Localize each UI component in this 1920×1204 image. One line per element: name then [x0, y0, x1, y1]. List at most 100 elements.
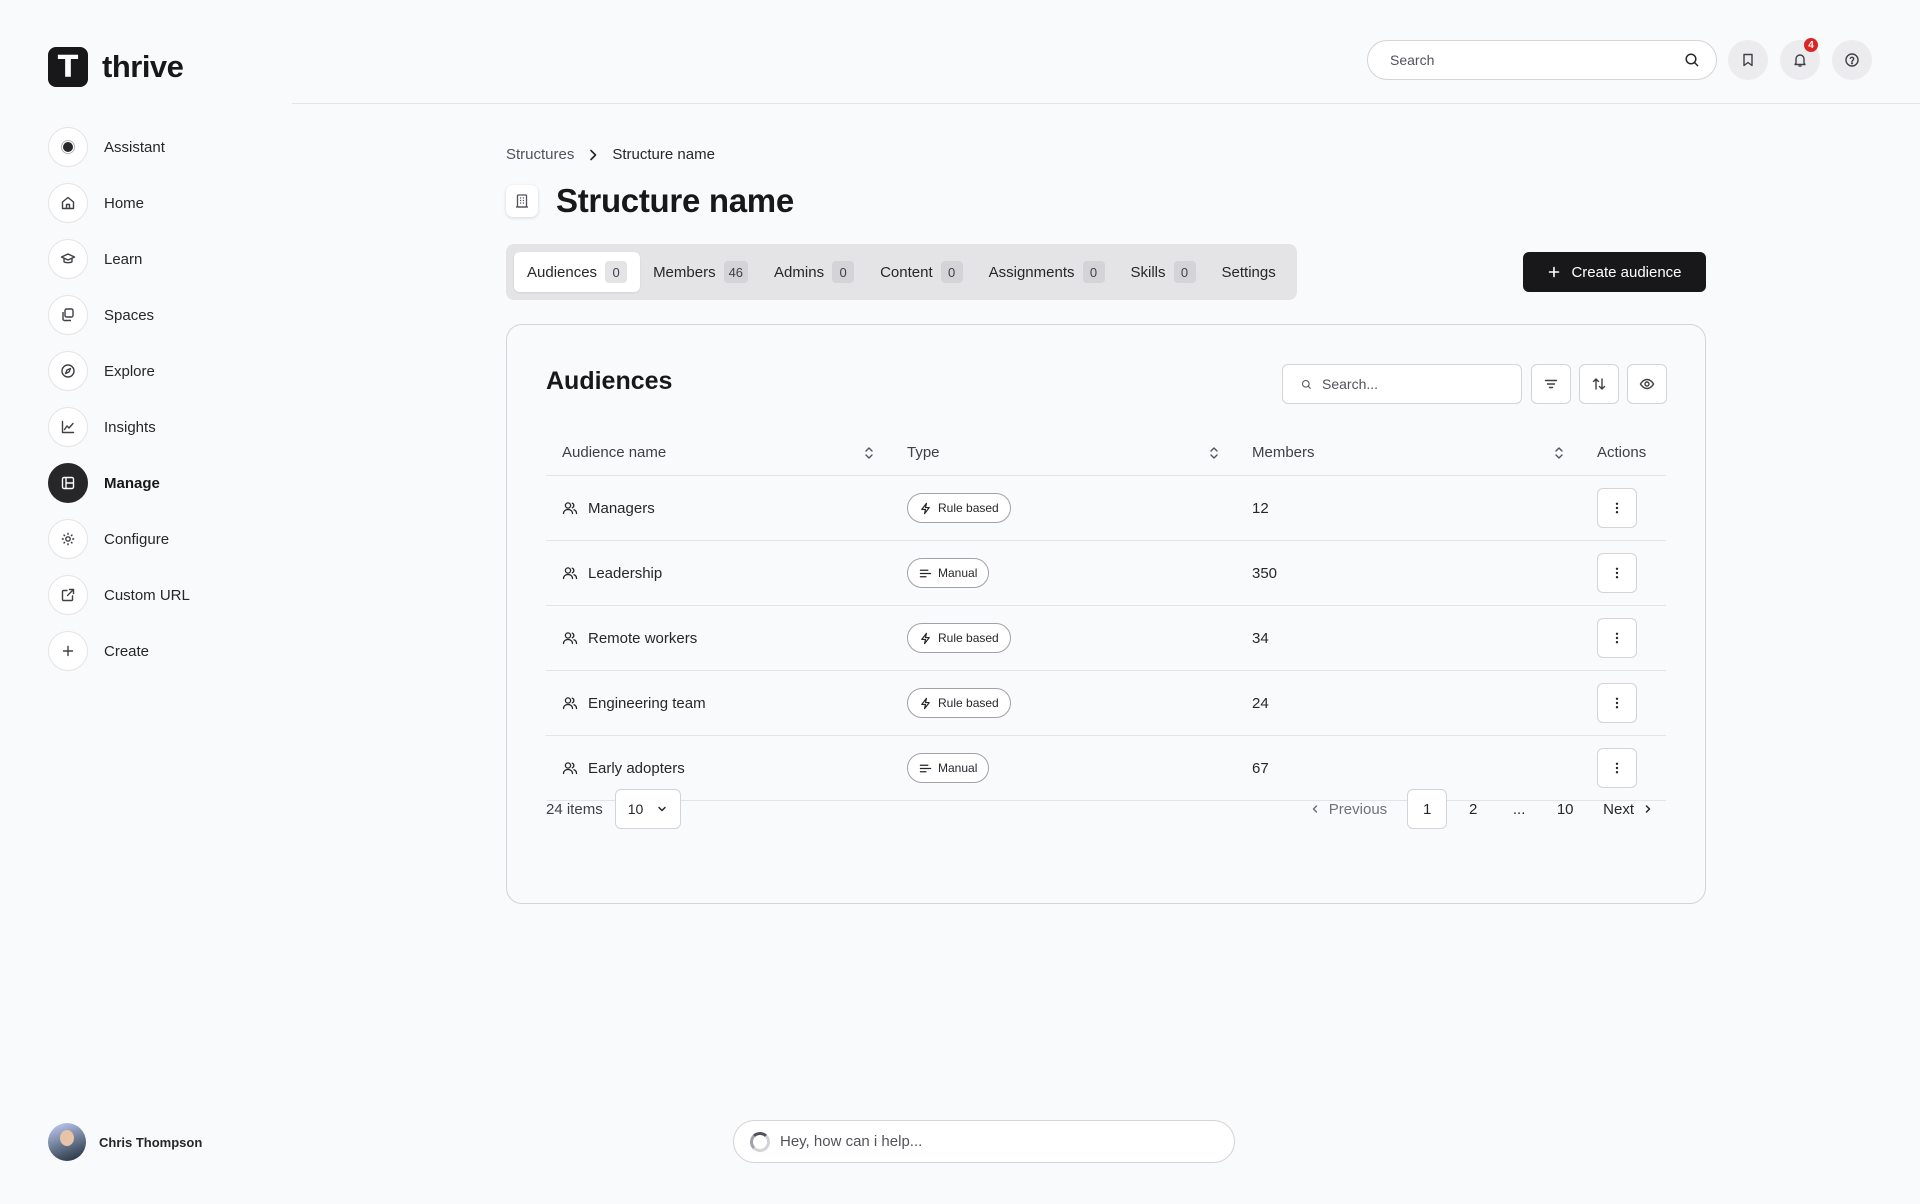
page-button-10[interactable]: 10 — [1545, 789, 1585, 829]
tab-audiences[interactable]: Audiences 0 — [514, 252, 641, 292]
filter-icon — [1544, 379, 1558, 389]
sidebar-item-explore[interactable]: Explore — [48, 351, 190, 391]
tab-assignments[interactable]: Assignments 0 — [976, 252, 1118, 292]
sidebar-item-learn[interactable]: Learn — [48, 239, 190, 279]
row-actions-button[interactable] — [1597, 748, 1637, 788]
sidebar-item-label: Insights — [104, 418, 156, 436]
row-actions-button[interactable] — [1597, 553, 1637, 593]
row-actions-button[interactable] — [1597, 488, 1637, 528]
audience-search-input[interactable] — [1322, 376, 1503, 392]
eye-icon — [1639, 378, 1655, 390]
help-button[interactable] — [1832, 40, 1872, 80]
sort-button[interactable] — [1579, 364, 1619, 404]
audience-name-cell: Managers — [546, 476, 891, 540]
filter-button[interactable] — [1531, 364, 1571, 404]
column-header-members[interactable]: Members — [1236, 430, 1581, 475]
audience-name: Early adopters — [588, 759, 685, 777]
chevron-right-icon — [590, 149, 597, 160]
home-icon — [48, 183, 88, 223]
create-audience-button[interactable]: Create audience — [1523, 252, 1706, 292]
bookmark-button[interactable] — [1728, 40, 1768, 80]
table-row[interactable]: Managers Rule based 12 — [546, 476, 1666, 541]
sort-arrows-icon — [1592, 378, 1606, 390]
page-button-1[interactable]: 1 — [1407, 789, 1448, 829]
bell-icon — [1794, 54, 1806, 67]
help-icon — [1845, 53, 1859, 67]
tab-count: 0 — [605, 261, 628, 283]
more-vertical-icon — [1615, 762, 1619, 774]
users-icon — [562, 697, 578, 710]
type-badge: Rule based — [907, 623, 1011, 653]
notifications-button[interactable]: 4 — [1780, 38, 1820, 80]
lightning-icon — [921, 502, 930, 514]
page-size-select[interactable]: 10 — [614, 789, 681, 829]
sidebar-item-assistant[interactable]: Assistant — [48, 127, 190, 167]
global-search[interactable] — [1367, 40, 1717, 80]
sidebar-item-custom-url[interactable]: Custom URL — [48, 575, 190, 615]
tab-content[interactable]: Content 0 — [867, 252, 976, 292]
create-audience-label: Create audience — [1571, 263, 1682, 281]
user-name: Chris Thompson — [99, 1134, 203, 1150]
items-count: 24 items — [546, 800, 603, 818]
tab-admins[interactable]: Admins 0 — [761, 252, 867, 292]
global-search-input[interactable] — [1390, 52, 1684, 68]
column-header-name[interactable]: Audience name — [546, 430, 891, 475]
type-badge: Rule based — [907, 493, 1011, 523]
brand-logo[interactable]: T thrive — [48, 47, 184, 87]
table-footer: 24 items 10 Previous 1 2 ... 10 Next — [546, 789, 1666, 829]
audience-members-cell: 34 — [1252, 629, 1269, 647]
column-header-type[interactable]: Type — [891, 430, 1236, 475]
sidebar-item-manage[interactable]: Manage — [48, 463, 190, 503]
assistant-bar[interactable] — [733, 1120, 1235, 1163]
sidebar-item-configure[interactable]: Configure — [48, 519, 190, 559]
sidebar-item-label: Custom URL — [104, 586, 190, 604]
sidebar-item-create[interactable]: Create — [48, 631, 190, 671]
sidebar-nav: Assistant Home Learn Spaces Explore Insi… — [48, 127, 190, 687]
users-icon — [562, 632, 578, 645]
list-icon — [919, 569, 932, 577]
sidebar-item-insights[interactable]: Insights — [48, 407, 190, 447]
sidebar-item-label: Home — [104, 194, 145, 212]
column-label: Actions — [1597, 444, 1647, 461]
plus-icon — [1549, 266, 1560, 278]
type-label: Rule based — [938, 631, 999, 645]
spaces-icon — [48, 295, 88, 335]
user-profile[interactable]: Chris Thompson — [48, 1123, 202, 1161]
type-badge: Rule based — [907, 688, 1011, 718]
sidebar-item-home[interactable]: Home — [48, 183, 190, 223]
sidebar-item-label: Manage — [104, 474, 160, 492]
row-actions-button[interactable] — [1597, 618, 1637, 658]
tab-count: 0 — [1082, 261, 1105, 283]
tab-members[interactable]: Members 46 — [640, 252, 761, 292]
search-icon — [1301, 379, 1311, 389]
tab-count: 0 — [1173, 261, 1196, 283]
view-options-button[interactable] — [1627, 364, 1667, 404]
audience-members-cell: 24 — [1252, 694, 1269, 712]
next-page-button[interactable]: Next — [1591, 789, 1666, 829]
row-actions-button[interactable] — [1597, 683, 1637, 723]
sort-chevrons-icon — [1210, 446, 1218, 459]
table-row[interactable]: Engineering team Rule based 24 — [546, 671, 1666, 736]
top-bar: 4 — [292, 0, 1920, 104]
tab-settings[interactable]: Settings — [1209, 252, 1289, 292]
column-label: Audience name — [562, 444, 667, 461]
page-title: Structure name — [556, 182, 794, 219]
audience-actions-cell — [1581, 476, 1666, 540]
table-row[interactable]: Leadership Manual 350 — [546, 541, 1666, 606]
chart-line-icon — [48, 407, 88, 447]
breadcrumb-structures[interactable]: Structures — [506, 146, 574, 163]
audience-type-cell: Rule based — [891, 476, 1236, 540]
breadcrumb: Structures Structure name — [506, 146, 715, 163]
assistant-orb-icon — [48, 127, 88, 167]
chevron-down-icon — [657, 806, 666, 812]
assistant-input[interactable] — [780, 1133, 1218, 1150]
tab-skills[interactable]: Skills 0 — [1118, 252, 1209, 292]
previous-page-button[interactable]: Previous — [1295, 789, 1401, 829]
table-row[interactable]: Remote workers Rule based 34 — [546, 606, 1666, 671]
page-button-2[interactable]: 2 — [1453, 789, 1493, 829]
audience-name: Engineering team — [588, 694, 706, 712]
sidebar-item-spaces[interactable]: Spaces — [48, 295, 190, 335]
column-header-actions: Actions — [1581, 430, 1666, 475]
users-icon — [562, 762, 578, 775]
audience-search[interactable] — [1282, 364, 1522, 404]
